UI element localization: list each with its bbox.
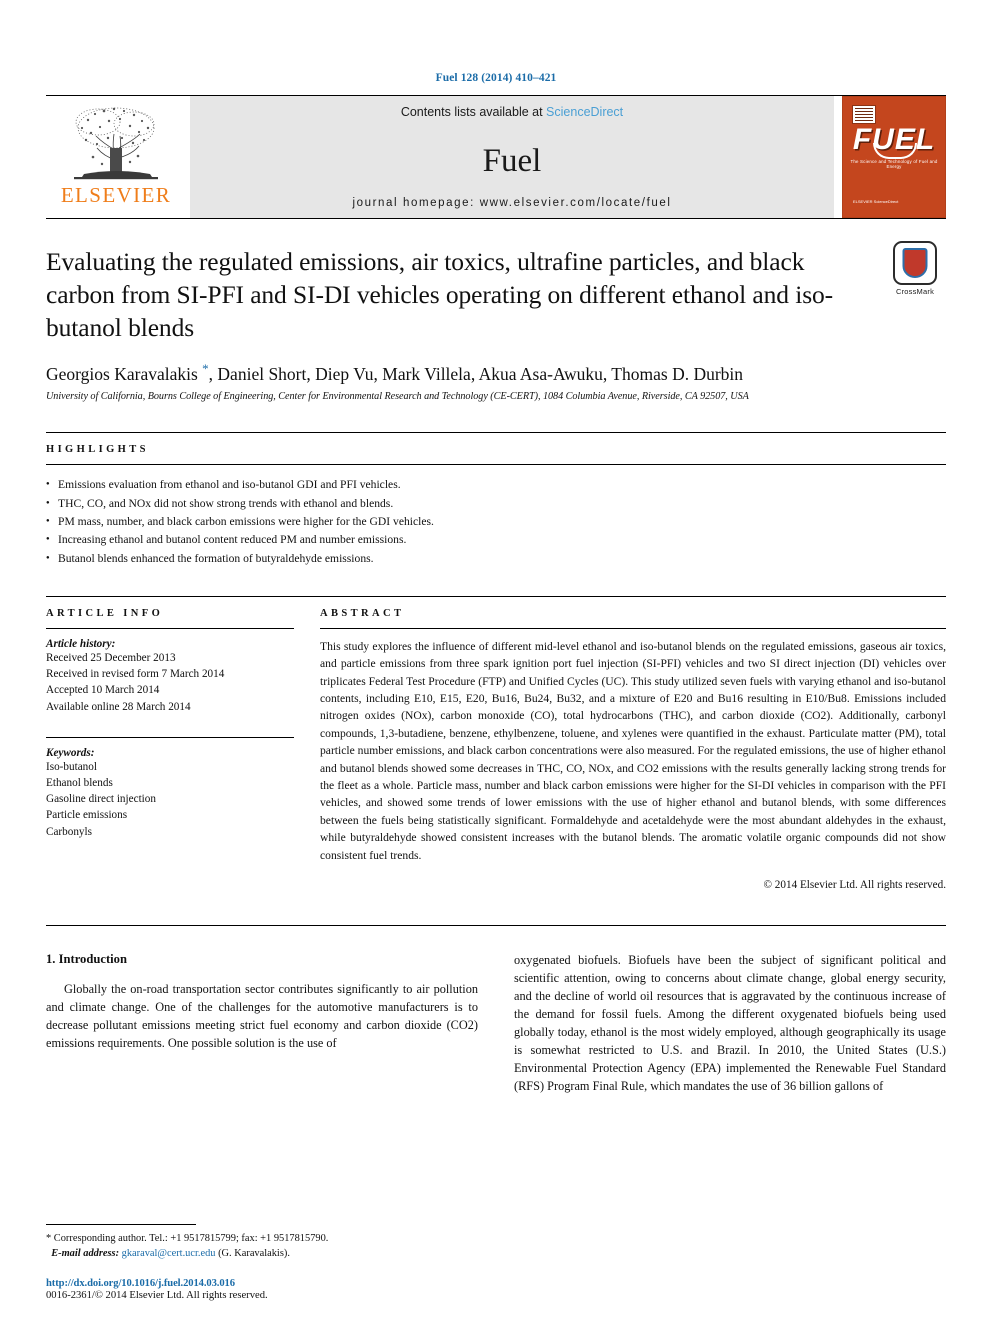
elsevier-wordmark: ELSEVIER xyxy=(60,183,172,207)
history-received: Received 25 December 2013 xyxy=(46,651,176,664)
abstract-text: This study explores the influence of dif… xyxy=(320,639,946,862)
journal-masthead: ELSEVIER Contents lists available at Sci… xyxy=(46,95,946,218)
contents-prefix: Contents lists available at xyxy=(400,105,547,119)
list-item: Emissions evaluation from ethanol and is… xyxy=(46,476,946,494)
abstract-heading: ABSTRACT xyxy=(320,607,405,619)
crossmark-label: CrossMark xyxy=(895,287,935,296)
journal-band: Contents lists available at ScienceDirec… xyxy=(190,96,834,218)
highlights-heading: HIGHLIGHTS xyxy=(46,444,149,456)
crossmark-icon xyxy=(893,241,937,285)
page-title: Evaluating the regulated emissions, air … xyxy=(46,247,834,343)
history-online: Available online 28 March 2014 xyxy=(46,700,191,713)
email-owner: (G. Karavalakis). xyxy=(218,1247,290,1259)
footnote-divider xyxy=(46,1223,196,1225)
copyright-line: © 2014 Elsevier Ltd. All rights reserved… xyxy=(763,878,947,891)
crossmark-shield-shape xyxy=(902,248,928,278)
keyword-item: Carbonyls xyxy=(46,825,92,838)
info-abstract-region: ARTICLE INFO Article history: Received 2… xyxy=(46,595,946,891)
list-item: THC, CO, and NOx did not show strong tre… xyxy=(46,495,946,513)
issn-copyright-line: 0016-2361/© 2014 Elsevier Ltd. All right… xyxy=(46,1290,268,1301)
abstract-column: ABSTRACT This study explores the influen… xyxy=(320,608,946,891)
highlights-section: HIGHLIGHTS Emissions evaluation from eth… xyxy=(46,432,946,568)
doi-issn-block: http://dx.doi.org/10.1016/j.fuel.2014.03… xyxy=(46,1278,506,1301)
cover-subtitle: The Science and Technology of Fuel and E… xyxy=(850,159,938,169)
body-column-left: 1. Introduction Globally the on-road tra… xyxy=(46,952,478,1096)
body-region: 1. Introduction Globally the on-road tra… xyxy=(46,924,946,1096)
history-revised: Received in revised form 7 March 2014 xyxy=(46,668,225,681)
running-head: Fuel 128 (2014) 410–421 xyxy=(435,72,557,84)
email-link[interactable]: gkaraval@cert.ucr.edu xyxy=(122,1248,216,1259)
email-label: E-mail address: xyxy=(51,1247,120,1259)
first-author: Georgios Karavalakis xyxy=(46,364,203,385)
journal-homepage-link[interactable]: journal homepage: www.elsevier.com/locat… xyxy=(352,197,671,209)
article-history-label: Article history: xyxy=(46,637,116,650)
section-title-introduction: 1. Introduction xyxy=(46,951,127,966)
contents-available-line: Contents lists available at ScienceDirec… xyxy=(401,105,623,119)
doi-link[interactable]: http://dx.doi.org/10.1016/j.fuel.2014.03… xyxy=(46,1278,506,1289)
keyword-item: Iso-butanol xyxy=(46,760,97,773)
article-info-divider xyxy=(46,627,294,629)
cover-footer-text: ELSEVIER ScienceDirect xyxy=(853,199,899,204)
crossmark-badge[interactable]: CrossMark xyxy=(884,241,946,296)
footnote-contact-line: * Corresponding author. Tel.: +1 9517815… xyxy=(46,1231,466,1246)
list-item: PM mass, number, and black carbon emissi… xyxy=(46,513,946,531)
highlights-divider xyxy=(46,464,946,466)
article-page: Fuel 128 (2014) 410–421 ELSEVIER Content… xyxy=(0,0,992,1323)
list-item: Butanol blends enhanced the formation of… xyxy=(46,550,946,568)
body-column-right: oxygenated biofuels. Biofuels have been … xyxy=(514,952,946,1096)
title-block: CrossMark Evaluating the regulated emiss… xyxy=(46,218,946,402)
author-list: Georgios Karavalakis *, Daniel Short, Di… xyxy=(46,361,946,385)
list-item: Increasing ethanol and butanol content r… xyxy=(46,531,946,549)
sciencedirect-link[interactable]: ScienceDirect xyxy=(546,105,623,119)
remaining-authors: , Daniel Short, Diep Vu, Mark Villela, A… xyxy=(208,364,744,385)
keyword-item: Ethanol blends xyxy=(46,776,113,789)
intro-paragraph-right: oxygenated biofuels. Biofuels have been … xyxy=(514,952,946,1093)
elsevier-publisher-block: ELSEVIER xyxy=(46,96,186,218)
abstract-divider xyxy=(320,627,946,629)
cover-elsevier-mark-icon xyxy=(852,105,876,124)
article-info-heading: ARTICLE INFO xyxy=(46,607,164,619)
history-accepted: Accepted 10 March 2014 xyxy=(46,684,160,697)
intro-paragraph-left: Globally the on-road transportation sect… xyxy=(46,981,478,1050)
keyword-item: Particle emissions xyxy=(46,809,128,822)
journal-title: Fuel xyxy=(482,142,542,179)
keywords-label: Keywords: xyxy=(46,746,95,759)
highlights-list: Emissions evaluation from ethanol and is… xyxy=(46,476,946,568)
footnote-email-line: E-mail address: gkaraval@cert.ucr.edu (G… xyxy=(46,1246,466,1261)
footnote-contact-text: Corresponding author. Tel.: +1 951781579… xyxy=(51,1232,329,1244)
keyword-item: Gasoline direct injection xyxy=(46,793,156,806)
affiliation: University of California, Bourns College… xyxy=(46,391,749,403)
keywords-divider xyxy=(46,736,294,738)
journal-cover-thumbnail[interactable]: FUEL The Science and Technology of Fuel … xyxy=(842,96,946,218)
article-info-column: ARTICLE INFO Article history: Received 2… xyxy=(46,608,294,891)
keywords-block: Keywords: Iso-butanol Ethanol blends Gas… xyxy=(46,736,294,840)
corresponding-author-footnote: * Corresponding author. Tel.: +1 9517815… xyxy=(46,1223,466,1261)
elsevier-tree-icon xyxy=(74,107,158,180)
